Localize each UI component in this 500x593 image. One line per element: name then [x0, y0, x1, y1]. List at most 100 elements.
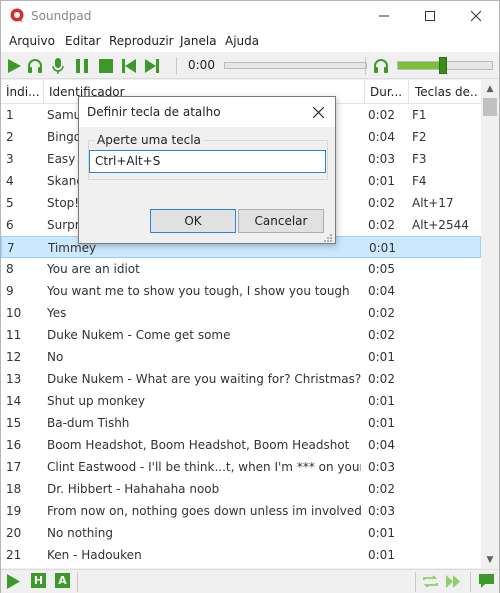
- row-index: 3: [6, 152, 14, 166]
- row-index: 20: [6, 526, 22, 540]
- row-hotkey: F4: [412, 174, 427, 188]
- next-icon[interactable]: [143, 57, 161, 75]
- row-name: Boom Headshot, Boom Headshot, Boom Heads…: [47, 438, 350, 452]
- menu-janela[interactable]: Janela: [180, 34, 217, 48]
- row-index: 1: [6, 108, 14, 122]
- row-index: 16: [6, 438, 22, 452]
- row-duration: 0:02: [368, 482, 395, 496]
- list-item[interactable]: 16 Boom Headshot, Boom Headshot, Boom Hea…: [1, 434, 481, 456]
- list-item[interactable]: 21 Ken - Hadouken 0:01: [1, 544, 481, 566]
- row-duration: 0:01: [368, 526, 395, 540]
- dialog-close-button[interactable]: [307, 101, 329, 123]
- scroll-thumb[interactable]: [483, 98, 497, 116]
- row-index: 19: [6, 504, 22, 518]
- column-divider[interactable]: [43, 80, 44, 104]
- ok-button[interactable]: OK: [150, 209, 236, 233]
- row-duration: 0:02: [368, 372, 395, 386]
- volume-headphones-icon[interactable]: [372, 57, 390, 75]
- row-duration: 0:01: [369, 241, 396, 255]
- resize-grip-icon[interactable]: [323, 233, 333, 243]
- row-duration: 0:01: [368, 350, 395, 364]
- volume-slider[interactable]: [397, 57, 493, 74]
- row-duration: 0:02: [368, 306, 395, 320]
- row-index: 13: [6, 372, 22, 386]
- row-name: Dr. Hibbert - Hahahaha noob: [47, 482, 220, 496]
- list-item[interactable]: 14 Shut up monkey 0:01: [1, 390, 481, 412]
- row-duration: 0:02: [368, 196, 395, 210]
- minimize-button[interactable]: [361, 1, 407, 31]
- vertical-scrollbar[interactable]: ▲ ▼: [481, 80, 499, 568]
- stop-icon[interactable]: [97, 57, 115, 75]
- volume-thumb[interactable]: [439, 57, 448, 74]
- bottom-separator: [470, 572, 471, 592]
- list-item[interactable]: 18 Dr. Hibbert - Hahahaha noob 0:02: [1, 478, 481, 500]
- row-duration: 0:01: [368, 394, 395, 408]
- bottom-bar: H A: [1, 569, 499, 593]
- list-item[interactable]: 8 You are an idiot 0:05: [1, 258, 481, 280]
- row-hotkey: F3: [412, 152, 427, 166]
- row-duration: 0:01: [368, 548, 395, 562]
- menu-editar[interactable]: Editar: [65, 34, 101, 48]
- row-duration: 0:01: [368, 174, 395, 188]
- scroll-up-icon[interactable]: ▲: [481, 80, 499, 97]
- list-item[interactable]: 17 Clint Eastwood - I'll be think...t, wh…: [1, 456, 481, 478]
- row-name: Clint Eastwood - I'll be think...t, when…: [47, 460, 361, 474]
- row-index: 17: [6, 460, 22, 474]
- list-item[interactable]: 19 From now on, nothing goes down unless …: [1, 500, 481, 522]
- pause-icon[interactable]: [73, 57, 91, 75]
- row-index: 11: [6, 328, 22, 342]
- scroll-down-icon[interactable]: ▼: [481, 551, 499, 568]
- col-header-hotkey[interactable]: Teclas de...: [415, 85, 479, 99]
- row-duration: 0:05: [368, 262, 395, 276]
- list-item[interactable]: 20 No nothing 0:01: [1, 522, 481, 544]
- col-header-index[interactable]: Índi...: [6, 85, 42, 99]
- list-item[interactable]: 13 Duke Nukem - What are you waiting for?…: [1, 368, 481, 390]
- bottom-separator: [77, 572, 78, 592]
- menu-reproduzir[interactable]: Reproduzir: [109, 34, 174, 48]
- microphone-icon[interactable]: [49, 57, 67, 75]
- hotkeys-h-button[interactable]: H: [31, 573, 46, 588]
- maximize-button[interactable]: [407, 1, 453, 31]
- play-next-icon[interactable]: [445, 573, 462, 590]
- row-duration: 0:04: [368, 438, 395, 452]
- column-divider[interactable]: [408, 80, 409, 104]
- row-hotkey: Alt+2544: [412, 218, 469, 232]
- row-hotkey: F1: [412, 108, 427, 122]
- row-index: 7: [7, 241, 15, 255]
- row-hotkey: F2: [412, 130, 427, 144]
- headphones-icon[interactable]: [26, 57, 44, 75]
- menu-ajuda[interactable]: Ajuda: [225, 34, 259, 48]
- list-item[interactable]: 12 No 0:01: [1, 346, 481, 368]
- col-header-duration[interactable]: Dur...: [370, 85, 406, 99]
- cancel-button[interactable]: Cancelar: [238, 209, 324, 233]
- row-duration: 0:04: [368, 284, 395, 298]
- row-index: 14: [6, 394, 22, 408]
- row-duration: 0:02: [368, 328, 395, 342]
- row-index: 4: [6, 174, 14, 188]
- list-item[interactable]: 10 Yes 0:02: [1, 302, 481, 324]
- play-icon[interactable]: [5, 57, 23, 75]
- list-item[interactable]: 15 Ba-dum Tishh 0:01: [1, 412, 481, 434]
- seek-bar[interactable]: [224, 62, 367, 69]
- window-title: Soundpad: [31, 9, 92, 23]
- dialog-title: Definir tecla de atalho: [87, 105, 221, 119]
- play-bottom-icon[interactable]: [5, 573, 22, 590]
- close-icon: [471, 11, 481, 21]
- repeat-icon[interactable]: [422, 573, 439, 590]
- soundpad-logo-icon: [10, 8, 24, 23]
- column-divider[interactable]: [364, 80, 365, 104]
- chat-icon[interactable]: [478, 573, 495, 590]
- list-item[interactable]: 11 Duke Nukem - Come get some 0:02: [1, 324, 481, 346]
- list-item[interactable]: 9 You want me to show you tough, I show y…: [1, 280, 481, 302]
- hotkey-input[interactable]: Ctrl+Alt+S: [89, 150, 326, 173]
- toolbar-separator: [176, 57, 177, 75]
- menu-arquivo[interactable]: Arquivo: [9, 34, 55, 48]
- soundpad-window: Soundpad Arquivo Editar Reproduzir Janel…: [0, 0, 500, 593]
- close-window-button[interactable]: [453, 1, 499, 31]
- previous-icon[interactable]: [120, 57, 138, 75]
- title-bar: Soundpad: [1, 1, 499, 31]
- menu-bar: Arquivo Editar Reproduzir Janela Ajuda: [1, 31, 499, 52]
- toolbar-separator: [365, 57, 366, 75]
- hotkeys-a-button[interactable]: A: [55, 573, 70, 588]
- row-index: 12: [6, 350, 22, 364]
